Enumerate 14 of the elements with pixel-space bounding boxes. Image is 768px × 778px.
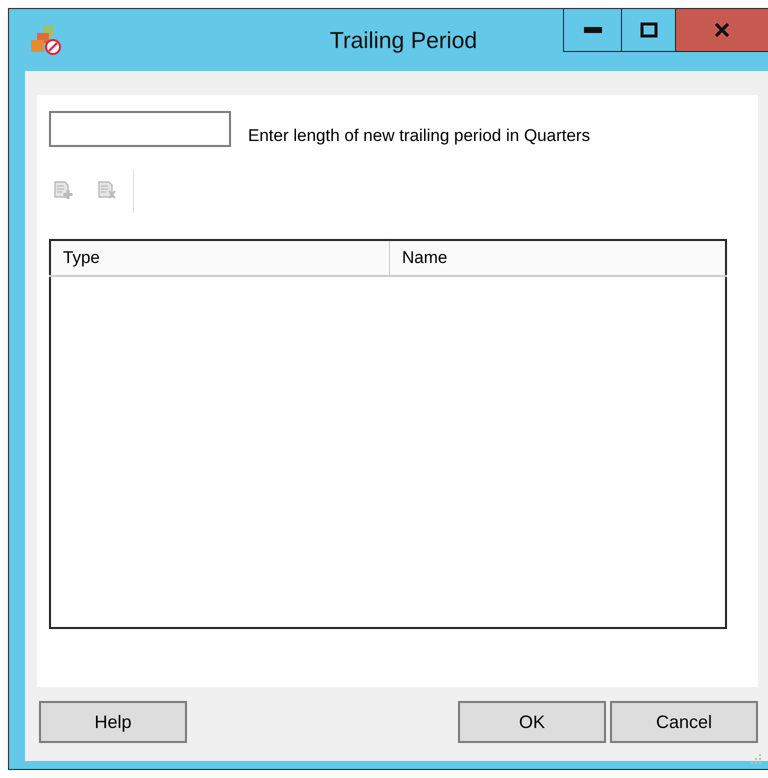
column-header[interactable]: Type	[50, 240, 390, 276]
column-header[interactable]: Name	[390, 240, 726, 276]
maximize-icon	[640, 22, 658, 38]
resize-grip-icon[interactable]	[750, 753, 762, 765]
minimize-icon	[584, 27, 602, 33]
help-button[interactable]: Help	[39, 701, 187, 743]
field-label: Enter length of new trailing period in Quarters	[248, 126, 590, 146]
period-input-field[interactable]	[49, 111, 231, 147]
cancel-button[interactable]: Cancel	[610, 701, 758, 743]
ok-button[interactable]: OK	[458, 701, 606, 743]
window-title: Trailing Period	[330, 27, 478, 54]
close-button[interactable]	[676, 9, 768, 51]
close-icon	[713, 22, 731, 38]
app-icon	[29, 23, 63, 57]
